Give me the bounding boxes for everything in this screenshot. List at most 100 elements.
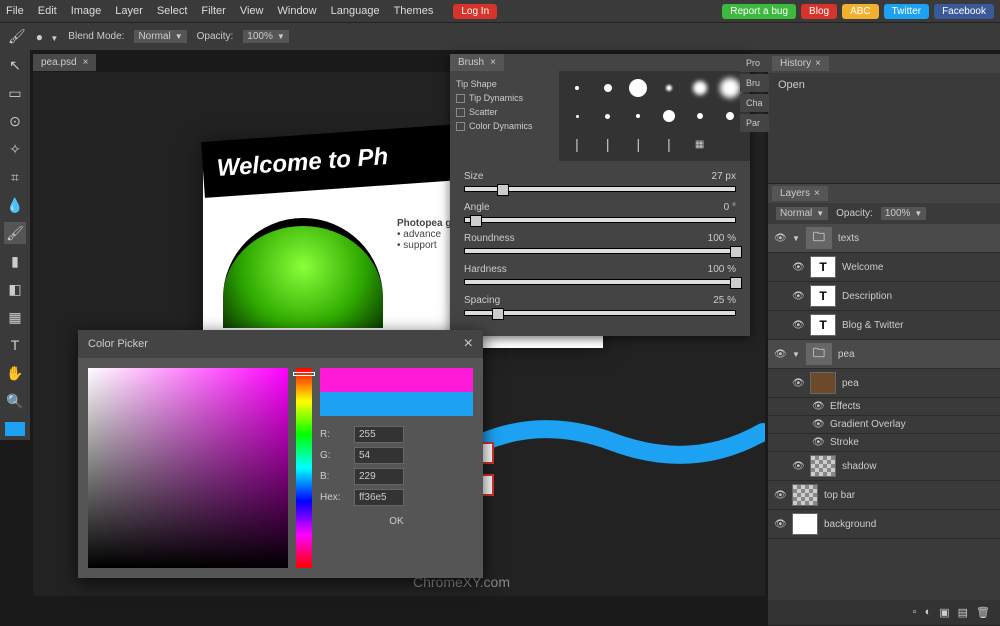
chevron-down-icon[interactable]: ▼ (792, 234, 800, 243)
mini-tab-cha[interactable]: Cha (740, 94, 769, 112)
fx-eye-icon[interactable]: 👁 (812, 437, 824, 448)
menu-edit[interactable]: Edit (38, 5, 57, 17)
mini-tab-par[interactable]: Par (740, 114, 769, 132)
brush-opt-tip-dynamics[interactable]: Tip Dynamics (456, 91, 553, 105)
slider-track[interactable] (464, 310, 736, 316)
brush-tool[interactable]: 🖌 (4, 222, 26, 244)
brush-panel-tab[interactable]: Brush× (450, 54, 504, 71)
login-button[interactable]: Log In (453, 4, 497, 19)
close-tab-icon[interactable]: × (83, 57, 89, 68)
lasso-tool[interactable]: ⊙ (4, 110, 26, 132)
crop-tool[interactable]: ⌗ (4, 166, 26, 188)
menu-file[interactable]: File (6, 5, 24, 17)
mini-tab-bru[interactable]: Bru (740, 74, 769, 92)
fx-eye-icon[interactable]: 👁 (812, 419, 824, 430)
layers-list[interactable]: 👁▼🗀 texts 👁T Welcome 👁T Description 👁T B… (768, 224, 1000, 600)
type-tool[interactable]: T (4, 334, 26, 356)
slider-size[interactable]: Size27 px (464, 171, 736, 192)
layer-row[interactable]: 👁T Welcome (768, 253, 1000, 282)
foreground-color[interactable] (5, 422, 25, 436)
layer-row[interactable]: 👁▼🗀 pea (768, 340, 1000, 369)
layer-row[interactable]: 👁T Blog & Twitter (768, 311, 1000, 340)
visibility-icon[interactable]: 👁 (774, 233, 786, 244)
brush-preset-dropdown[interactable]: ● ▼ (36, 30, 59, 44)
slider-angle[interactable]: Angle0 ° (464, 202, 736, 223)
hue-slider[interactable] (296, 368, 312, 568)
hex-input[interactable] (354, 489, 404, 506)
blend-mode-select[interactable]: Normal▼ (134, 30, 186, 43)
slider-track[interactable] (464, 217, 736, 223)
file-tab[interactable]: pea.psd × (33, 54, 96, 71)
history-item[interactable]: Open (778, 79, 990, 91)
folder-icon[interactable]: ▣ (939, 606, 949, 619)
saturation-value-area[interactable] (88, 368, 288, 568)
fx-icon[interactable]: ▫ (913, 606, 917, 619)
slider-thumb[interactable] (730, 277, 742, 289)
brush-presets-grid[interactable]: | | | | ▦ (560, 71, 750, 161)
menu-language[interactable]: Language (331, 5, 380, 17)
eraser-tool[interactable]: ◧ (4, 278, 26, 300)
hand-tool[interactable]: ✋ (4, 362, 26, 384)
brush-opt-color-dynamics[interactable]: Color Dynamics (456, 119, 553, 133)
move-tool[interactable]: ↖ (4, 54, 26, 76)
layer-opacity-select[interactable]: 100%▼ (881, 207, 927, 220)
marquee-tool[interactable]: ▭ (4, 82, 26, 104)
fx-eye-icon[interactable]: 👁 (812, 401, 824, 412)
slider-thumb[interactable] (730, 246, 742, 258)
r-input[interactable] (354, 426, 404, 443)
layer-row[interactable]: 👁 Effects (768, 398, 1000, 416)
slider-track[interactable] (464, 248, 736, 254)
menu-image[interactable]: Image (71, 5, 102, 17)
history-list[interactable]: Open (768, 73, 1000, 183)
menu-window[interactable]: Window (278, 5, 317, 17)
menu-themes[interactable]: Themes (394, 5, 434, 17)
gradient-tool[interactable]: ▦ (4, 306, 26, 328)
facebook-button[interactable]: Facebook (934, 4, 994, 19)
hue-indicator[interactable] (293, 372, 315, 376)
twitter-button[interactable]: Twitter (884, 4, 929, 19)
layer-row[interactable]: 👁 top bar (768, 481, 1000, 510)
abc-button[interactable]: ABC (842, 4, 879, 19)
visibility-icon[interactable]: 👁 (774, 519, 786, 530)
slider-thumb[interactable] (492, 308, 504, 320)
wand-tool[interactable]: ✧ (4, 138, 26, 160)
visibility-icon[interactable]: 👁 (774, 349, 786, 360)
report-bug-button[interactable]: Report a bug (722, 4, 796, 19)
slider-thumb[interactable] (497, 184, 509, 196)
layer-row[interactable]: 👁 Stroke (768, 434, 1000, 452)
trash-icon[interactable]: 🗑 (976, 606, 990, 619)
visibility-icon[interactable]: 👁 (792, 291, 804, 302)
layer-row[interactable]: 👁T Description (768, 282, 1000, 311)
visibility-icon[interactable]: 👁 (774, 490, 786, 501)
brush-icon[interactable]: 🖌 (8, 28, 26, 45)
menu-view[interactable]: View (240, 5, 264, 17)
close-icon[interactable]: × (464, 335, 473, 353)
visibility-icon[interactable]: 👁 (792, 320, 804, 331)
brush-opt-tip-shape[interactable]: Tip Shape (456, 77, 553, 91)
blog-button[interactable]: Blog (801, 4, 837, 19)
mini-tab-pro[interactable]: Pro (740, 54, 769, 72)
g-input[interactable] (354, 447, 404, 464)
menu-layer[interactable]: Layer (115, 5, 143, 17)
slider-roundness[interactable]: Roundness100 % (464, 233, 736, 254)
ok-button[interactable]: OK (320, 514, 473, 529)
layer-row[interactable]: 👁▼🗀 texts (768, 224, 1000, 253)
visibility-icon[interactable]: 👁 (792, 461, 804, 472)
visibility-icon[interactable]: 👁 (792, 378, 804, 389)
zoom-tool[interactable]: 🔍 (4, 390, 26, 412)
close-icon[interactable]: × (814, 188, 820, 199)
menu-filter[interactable]: Filter (201, 5, 225, 17)
slider-track[interactable] (464, 279, 736, 285)
history-tab[interactable]: History× (772, 56, 829, 71)
close-icon[interactable]: × (490, 57, 496, 68)
eyedropper-tool[interactable]: 💧 (4, 194, 26, 216)
new-layer-icon[interactable]: ▤ (958, 606, 968, 619)
close-icon[interactable]: × (815, 58, 821, 69)
layers-tab[interactable]: Layers× (772, 186, 828, 201)
menu-select[interactable]: Select (157, 5, 188, 17)
slider-spacing[interactable]: Spacing25 % (464, 295, 736, 316)
brush-opt-scatter[interactable]: Scatter (456, 105, 553, 119)
slider-thumb[interactable] (470, 215, 482, 227)
layer-row[interactable]: 👁 shadow (768, 452, 1000, 481)
stamp-tool[interactable]: ▮ (4, 250, 26, 272)
